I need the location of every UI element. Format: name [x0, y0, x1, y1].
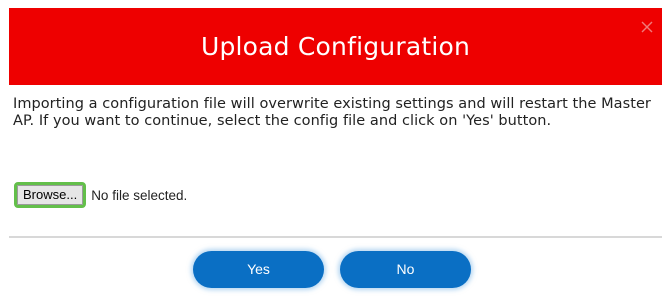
dialog-header: Upload Configuration [9, 8, 662, 85]
dialog-title: Upload Configuration [200, 32, 471, 61]
browse-button[interactable]: Browse... [14, 182, 87, 208]
upload-configuration-dialog: Upload Configuration Importing a configu… [0, 0, 662, 300]
divider [9, 236, 662, 238]
file-status-text: No file selected. [91, 187, 188, 203]
yes-button[interactable]: Yes [193, 251, 324, 288]
close-icon[interactable] [640, 20, 654, 34]
file-input-row: Browse... No file selected. [14, 181, 187, 209]
no-button[interactable]: No [340, 251, 471, 288]
warning-message: Importing a configuration file will over… [13, 96, 651, 129]
